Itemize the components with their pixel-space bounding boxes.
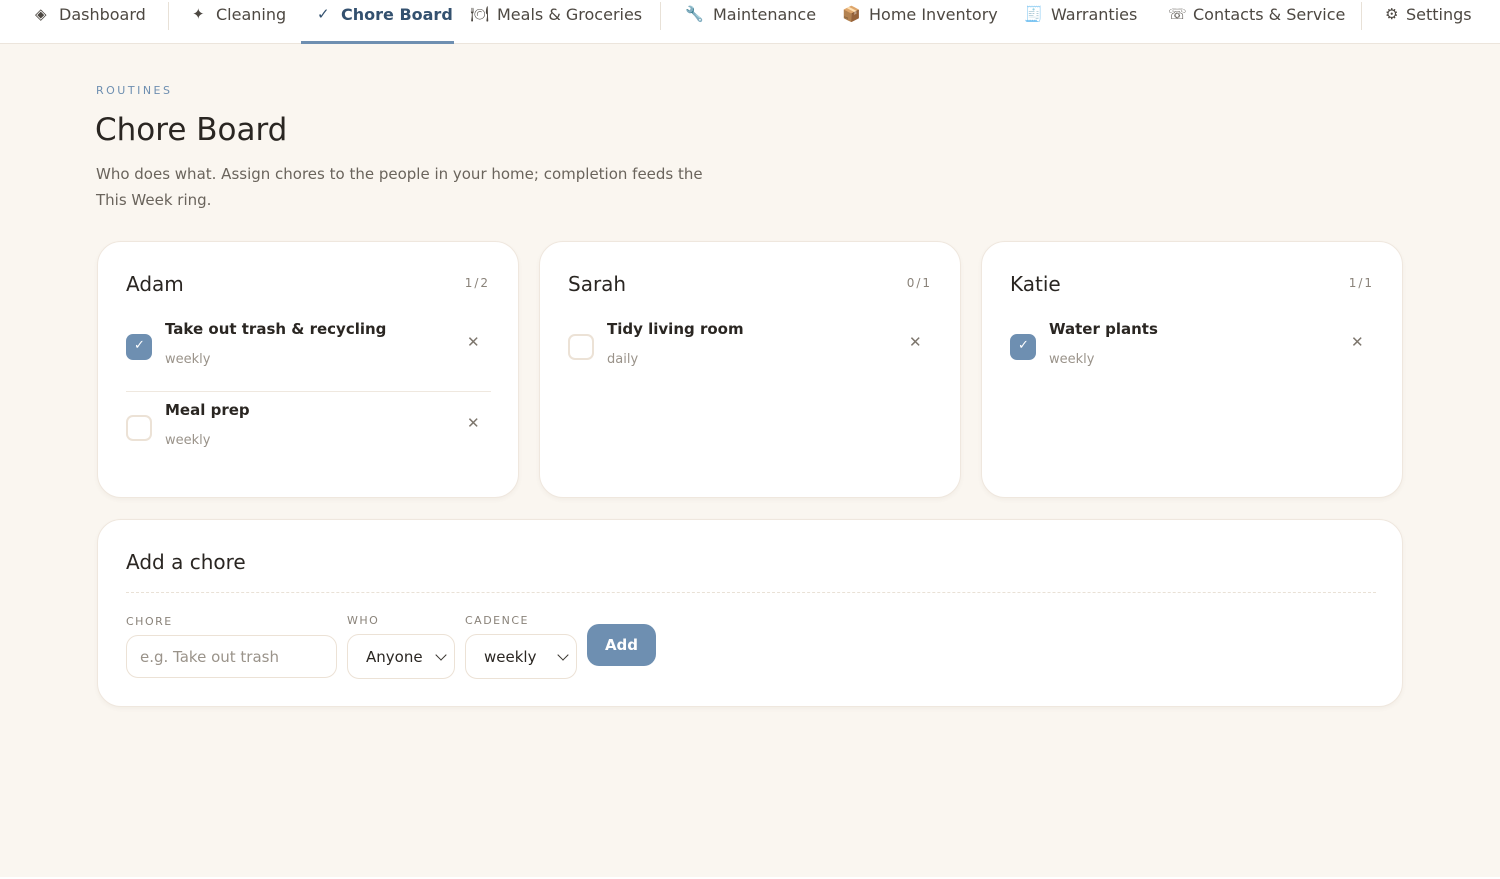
section-eyebrow: ROUTINES xyxy=(96,84,173,97)
chore-cadence: daily xyxy=(607,352,639,367)
chore-checkbox[interactable] xyxy=(1010,334,1036,360)
page-title: Chore Board xyxy=(95,112,288,148)
chore-item: Meal prep weekly ✕ xyxy=(126,393,491,473)
chore-title: Take out trash & recycling xyxy=(165,320,387,338)
completion-count: 0/1 xyxy=(906,276,932,290)
remove-chore-icon[interactable]: ✕ xyxy=(467,335,481,350)
page-description: Who does what. Assign chores to the peop… xyxy=(96,165,703,209)
nav-item-warranties[interactable]: 🧾 Warranties xyxy=(1024,0,1137,44)
person-card-adam: Adam 1/2 Take out trash & recycling week… xyxy=(97,241,519,498)
nav-separator xyxy=(168,2,169,30)
cadence-select[interactable]: weekly xyxy=(465,634,577,679)
top-nav: ◈ Dashboard ✦ Cleaning ✓ Chore Board 🍽 M… xyxy=(0,0,1500,44)
person-name: Adam xyxy=(126,272,184,296)
dashed-divider xyxy=(126,592,1376,593)
check-icon: ✓ xyxy=(317,5,330,23)
who-field-label: WHO xyxy=(347,614,380,627)
chore-cadence: weekly xyxy=(165,433,211,448)
nav-item-dashboard[interactable]: ◈ Dashboard xyxy=(35,0,146,44)
cadence-field-label: CADENCE xyxy=(465,614,529,627)
add-chore-title: Add a chore xyxy=(126,550,246,574)
box-icon: 📦 xyxy=(842,5,861,23)
chore-name-input[interactable] xyxy=(126,635,337,678)
cadence-selected-value: weekly xyxy=(484,648,537,666)
nav-item-chore-board[interactable]: ✓ Chore Board xyxy=(317,0,453,44)
who-selected-value: Anyone xyxy=(366,648,423,666)
nav-label-meals-groceries: Meals & Groceries xyxy=(497,5,643,24)
chore-item: Water plants weekly ✕ xyxy=(1010,312,1375,392)
person-name: Katie xyxy=(1010,272,1061,296)
person-card-katie: Katie 1/1 Water plants weekly ✕ xyxy=(981,241,1403,498)
nav-label-home-inventory: Home Inventory xyxy=(869,5,998,24)
nav-item-settings[interactable]: ⚙ Settings xyxy=(1385,0,1472,44)
completion-count: 1/1 xyxy=(1348,276,1374,290)
receipt-icon: 🧾 xyxy=(1024,5,1043,23)
chore-item: Tidy living room daily ✕ xyxy=(568,312,933,392)
chore-title: Meal prep xyxy=(165,401,250,419)
completion-count: 1/2 xyxy=(464,276,490,290)
chore-title: Tidy living room xyxy=(607,320,744,338)
nav-item-meals-groceries[interactable]: 🍽 Meals & Groceries xyxy=(470,0,642,44)
add-chore-button[interactable]: Add xyxy=(587,624,656,666)
person-card-sarah: Sarah 0/1 Tidy living room daily ✕ xyxy=(539,241,961,498)
chevron-down-icon xyxy=(557,649,569,661)
chore-cadence: weekly xyxy=(1049,352,1095,367)
nav-label-dashboard: Dashboard xyxy=(59,5,146,24)
nav-label-contacts-service: Contacts & Service xyxy=(1193,5,1346,24)
chore-cadence: weekly xyxy=(165,352,211,367)
nav-label-maintenance: Maintenance xyxy=(713,5,817,24)
person-name: Sarah xyxy=(568,272,627,296)
chore-title: Water plants xyxy=(1049,320,1158,338)
who-select[interactable]: Anyone xyxy=(347,634,455,679)
nav-item-maintenance[interactable]: 🔧 Maintenance xyxy=(685,0,816,44)
nav-item-contacts-service[interactable]: ☏ Contacts & Service xyxy=(1168,0,1345,44)
sparkle-icon: ✦ xyxy=(192,5,205,23)
nav-item-cleaning[interactable]: ✦ Cleaning xyxy=(192,0,286,44)
chore-checkbox[interactable] xyxy=(126,415,152,441)
remove-chore-icon[interactable]: ✕ xyxy=(1351,335,1365,350)
nav-label-cleaning: Cleaning xyxy=(216,5,287,24)
nav-label-chore-board: Chore Board xyxy=(341,5,453,24)
nav-separator xyxy=(660,2,661,30)
nav-item-home-inventory[interactable]: 📦 Home Inventory xyxy=(842,0,998,44)
remove-chore-icon[interactable]: ✕ xyxy=(909,335,923,350)
chevron-down-icon xyxy=(435,649,447,661)
gear-icon: ⚙ xyxy=(1385,5,1399,23)
chore-checkbox[interactable] xyxy=(568,334,594,360)
add-chore-panel: Add a chore CHORE WHO Anyone CADENCE wee… xyxy=(97,519,1403,707)
chore-checkbox[interactable] xyxy=(126,334,152,360)
phone-icon: ☏ xyxy=(1168,5,1187,23)
nav-label-settings: Settings xyxy=(1406,5,1472,24)
plate-icon: 🍽 xyxy=(470,5,490,23)
chore-field-label: CHORE xyxy=(126,615,173,628)
chore-item: Take out trash & recycling weekly ✕ xyxy=(126,312,491,392)
nav-label-warranties: Warranties xyxy=(1051,5,1138,24)
remove-chore-icon[interactable]: ✕ xyxy=(467,416,481,431)
active-tab-indicator xyxy=(301,41,454,44)
dashboard-icon: ◈ xyxy=(35,5,47,23)
nav-separator xyxy=(1361,2,1362,30)
wrench-icon: 🔧 xyxy=(685,5,704,23)
